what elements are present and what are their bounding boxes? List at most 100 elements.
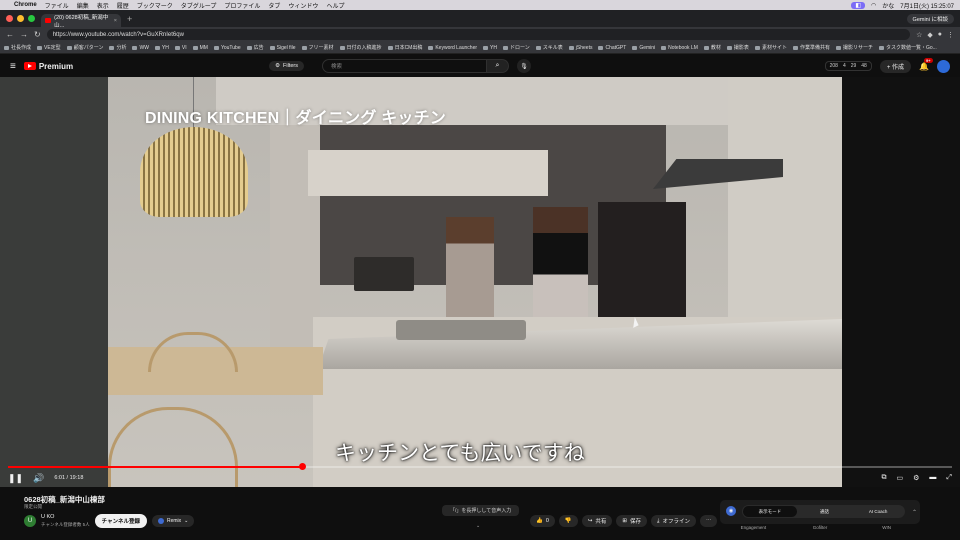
menu-tab[interactable]: タブ xyxy=(268,1,280,10)
panel-collapse-icon[interactable]: ⌃ xyxy=(912,509,917,516)
bookmark-item[interactable]: VI xyxy=(174,45,187,51)
bookmark-item[interactable]: 顧客パターン xyxy=(66,44,103,51)
channel-avatar[interactable]: U xyxy=(24,515,36,527)
bookmark-item[interactable]: ドローン xyxy=(503,44,530,51)
mode-ai-coach[interactable]: AI Coach xyxy=(851,509,905,514)
bookmark-item[interactable]: Keyword Launcher xyxy=(428,45,477,51)
channel-name[interactable]: U KO xyxy=(41,514,54,520)
create-button[interactable]: + 作成 xyxy=(879,59,912,73)
remix-button[interactable]: Remix ⌄ xyxy=(151,515,195,527)
search-input[interactable]: 検索 xyxy=(322,59,487,73)
chevron-down-icon[interactable]: ⌄ xyxy=(476,523,480,529)
reload-icon[interactable]: ↻ xyxy=(34,30,41,39)
extension-panel-icon[interactable]: ◉ xyxy=(726,506,736,516)
pause-icon[interactable]: ❚❚ xyxy=(8,473,23,484)
status-pill[interactable]: ◧ xyxy=(851,1,866,9)
offline-button[interactable]: ⤓ オフライン xyxy=(651,515,696,527)
save-button[interactable]: ⊞ 保存 xyxy=(616,515,648,527)
menu-profile[interactable]: プロファイル xyxy=(224,1,260,10)
bookmark-item[interactable]: フリー素材 xyxy=(301,44,334,51)
app-name[interactable]: Chrome xyxy=(14,2,37,8)
bookmark-item[interactable]: 広告 xyxy=(246,44,264,51)
back-icon[interactable]: ← xyxy=(6,30,14,39)
zoom-window-button[interactable] xyxy=(28,15,35,22)
progress-scrubber[interactable] xyxy=(298,463,306,470)
search-icon[interactable]: ⌕ xyxy=(487,59,509,73)
bookmark-item[interactable]: 教材 xyxy=(703,44,721,51)
clock[interactable]: 7月1日(火) 15:25:07 xyxy=(900,1,954,10)
menu-help[interactable]: ヘルプ xyxy=(326,1,344,10)
microphone-icon[interactable]: 🎙 xyxy=(517,59,531,73)
video-player[interactable]: DINING KITCHEN｜ダイニング キッチン キッチンとても広いですね ❚… xyxy=(0,77,960,487)
gemini-button[interactable]: Gemini に相談 xyxy=(906,13,954,24)
bookmark-item[interactable]: 撮影リサーチ xyxy=(835,44,873,51)
settings-gear-icon[interactable]: ⚙ xyxy=(913,474,919,482)
hamburger-menu-icon[interactable]: ≡ xyxy=(10,61,16,72)
progress-bar[interactable] xyxy=(8,463,952,470)
theater-mode-icon[interactable]: ▬ xyxy=(929,474,936,482)
bookmark-item[interactable]: YH xyxy=(154,45,169,51)
extension-icon[interactable]: ◆ xyxy=(927,31,932,39)
bookmark-item[interactable]: 社長作成 xyxy=(4,44,31,51)
bookmark-item[interactable]: 分析 xyxy=(109,44,126,51)
minimize-window-button[interactable] xyxy=(17,15,24,22)
more-actions-button[interactable]: ⋯ xyxy=(699,515,718,527)
menu-history[interactable]: 履歴 xyxy=(117,1,129,10)
autoplay-icon[interactable]: ⧉ xyxy=(881,474,886,482)
new-tab-button[interactable]: + xyxy=(127,14,132,24)
menu-view[interactable]: 表示 xyxy=(97,1,109,10)
filters-button[interactable]: ⚙ Filters xyxy=(269,61,304,71)
menu-file[interactable]: ファイル xyxy=(45,1,69,10)
mode-call[interactable]: 通話 xyxy=(798,509,852,515)
browser-tab[interactable]: (20) 0628初稿_新潟中山... × xyxy=(41,14,121,29)
menu-bookmarks[interactable]: ブックマーク xyxy=(137,1,173,10)
forward-icon[interactable]: → xyxy=(20,30,28,39)
close-tab-icon[interactable]: × xyxy=(114,18,117,24)
bookmark-item[interactable]: 作業準備共有 xyxy=(792,44,830,51)
bookmark-item[interactable]: 日本CM出稿 xyxy=(387,44,422,51)
more-menu-icon[interactable]: ⋮ xyxy=(947,31,954,39)
bookmark-item[interactable]: jSheets xyxy=(568,45,592,51)
folder-icon xyxy=(792,45,798,50)
folder-icon xyxy=(703,45,709,50)
dislike-button[interactable]: 👎 xyxy=(558,515,578,527)
bookmark-item[interactable]: WW xyxy=(132,45,149,51)
bookmark-item[interactable]: VE定型 xyxy=(37,44,61,51)
bookmark-item[interactable]: スキル表 xyxy=(535,44,563,51)
bookmark-item[interactable]: タスク数値一覧・Go... xyxy=(878,44,937,51)
ime-indicator[interactable]: かな xyxy=(882,1,894,10)
folder-icon xyxy=(154,45,160,50)
subtitles-icon[interactable]: ▭ xyxy=(896,474,903,482)
bookmark-item[interactable]: YouTube xyxy=(213,45,241,51)
wifi-icon[interactable]: ◠ xyxy=(871,2,876,9)
current-time: 6:01 xyxy=(54,475,66,481)
close-window-button[interactable] xyxy=(6,15,13,22)
bookmark-item[interactable]: 日付の入稿進捗 xyxy=(339,44,382,51)
account-avatar[interactable] xyxy=(937,59,950,73)
menu-edit[interactable]: 編集 xyxy=(77,1,89,10)
extension-stats[interactable]: 208 4 29 48 xyxy=(824,61,872,71)
mode-display[interactable]: 表示モード xyxy=(743,506,797,517)
bookmark-item[interactable]: 撮影表 xyxy=(726,44,749,51)
share-button[interactable]: ↪ 共有 xyxy=(581,515,613,527)
menu-tabgroups[interactable]: タブグループ xyxy=(181,1,217,10)
bookmark-item[interactable]: 素材サイト xyxy=(754,44,787,51)
video-subtitle: キッチンとても広いですね xyxy=(335,442,585,465)
bookmark-item[interactable]: Sigel file xyxy=(269,45,296,51)
bookmark-item[interactable]: YH xyxy=(483,45,497,51)
fullscreen-icon[interactable]: ⤢ xyxy=(946,474,952,482)
bookmark-item[interactable]: Gemini xyxy=(632,45,655,51)
notifications-bell-icon[interactable]: 🔔 9+ xyxy=(919,57,933,71)
scene-sink xyxy=(396,320,526,340)
youtube-logo[interactable]: Premium xyxy=(23,62,73,71)
like-button[interactable]: 👍 0 xyxy=(530,515,555,527)
bookmark-item[interactable]: MM xyxy=(192,45,208,51)
profile-icon[interactable]: ● xyxy=(938,31,942,39)
bookmark-item[interactable]: Notebook LM xyxy=(661,45,698,51)
address-bar[interactable]: https://www.youtube.com/watch?v=GuXRnIet… xyxy=(46,29,911,40)
volume-icon[interactable]: 🔊 xyxy=(33,473,44,484)
subscribe-button[interactable]: チャンネル登録 xyxy=(94,514,147,528)
menu-window[interactable]: ウィンドウ xyxy=(288,1,318,10)
bookmark-item[interactable]: ChatGPT xyxy=(598,45,626,51)
bookmark-star-icon[interactable]: ☆ xyxy=(916,31,922,39)
